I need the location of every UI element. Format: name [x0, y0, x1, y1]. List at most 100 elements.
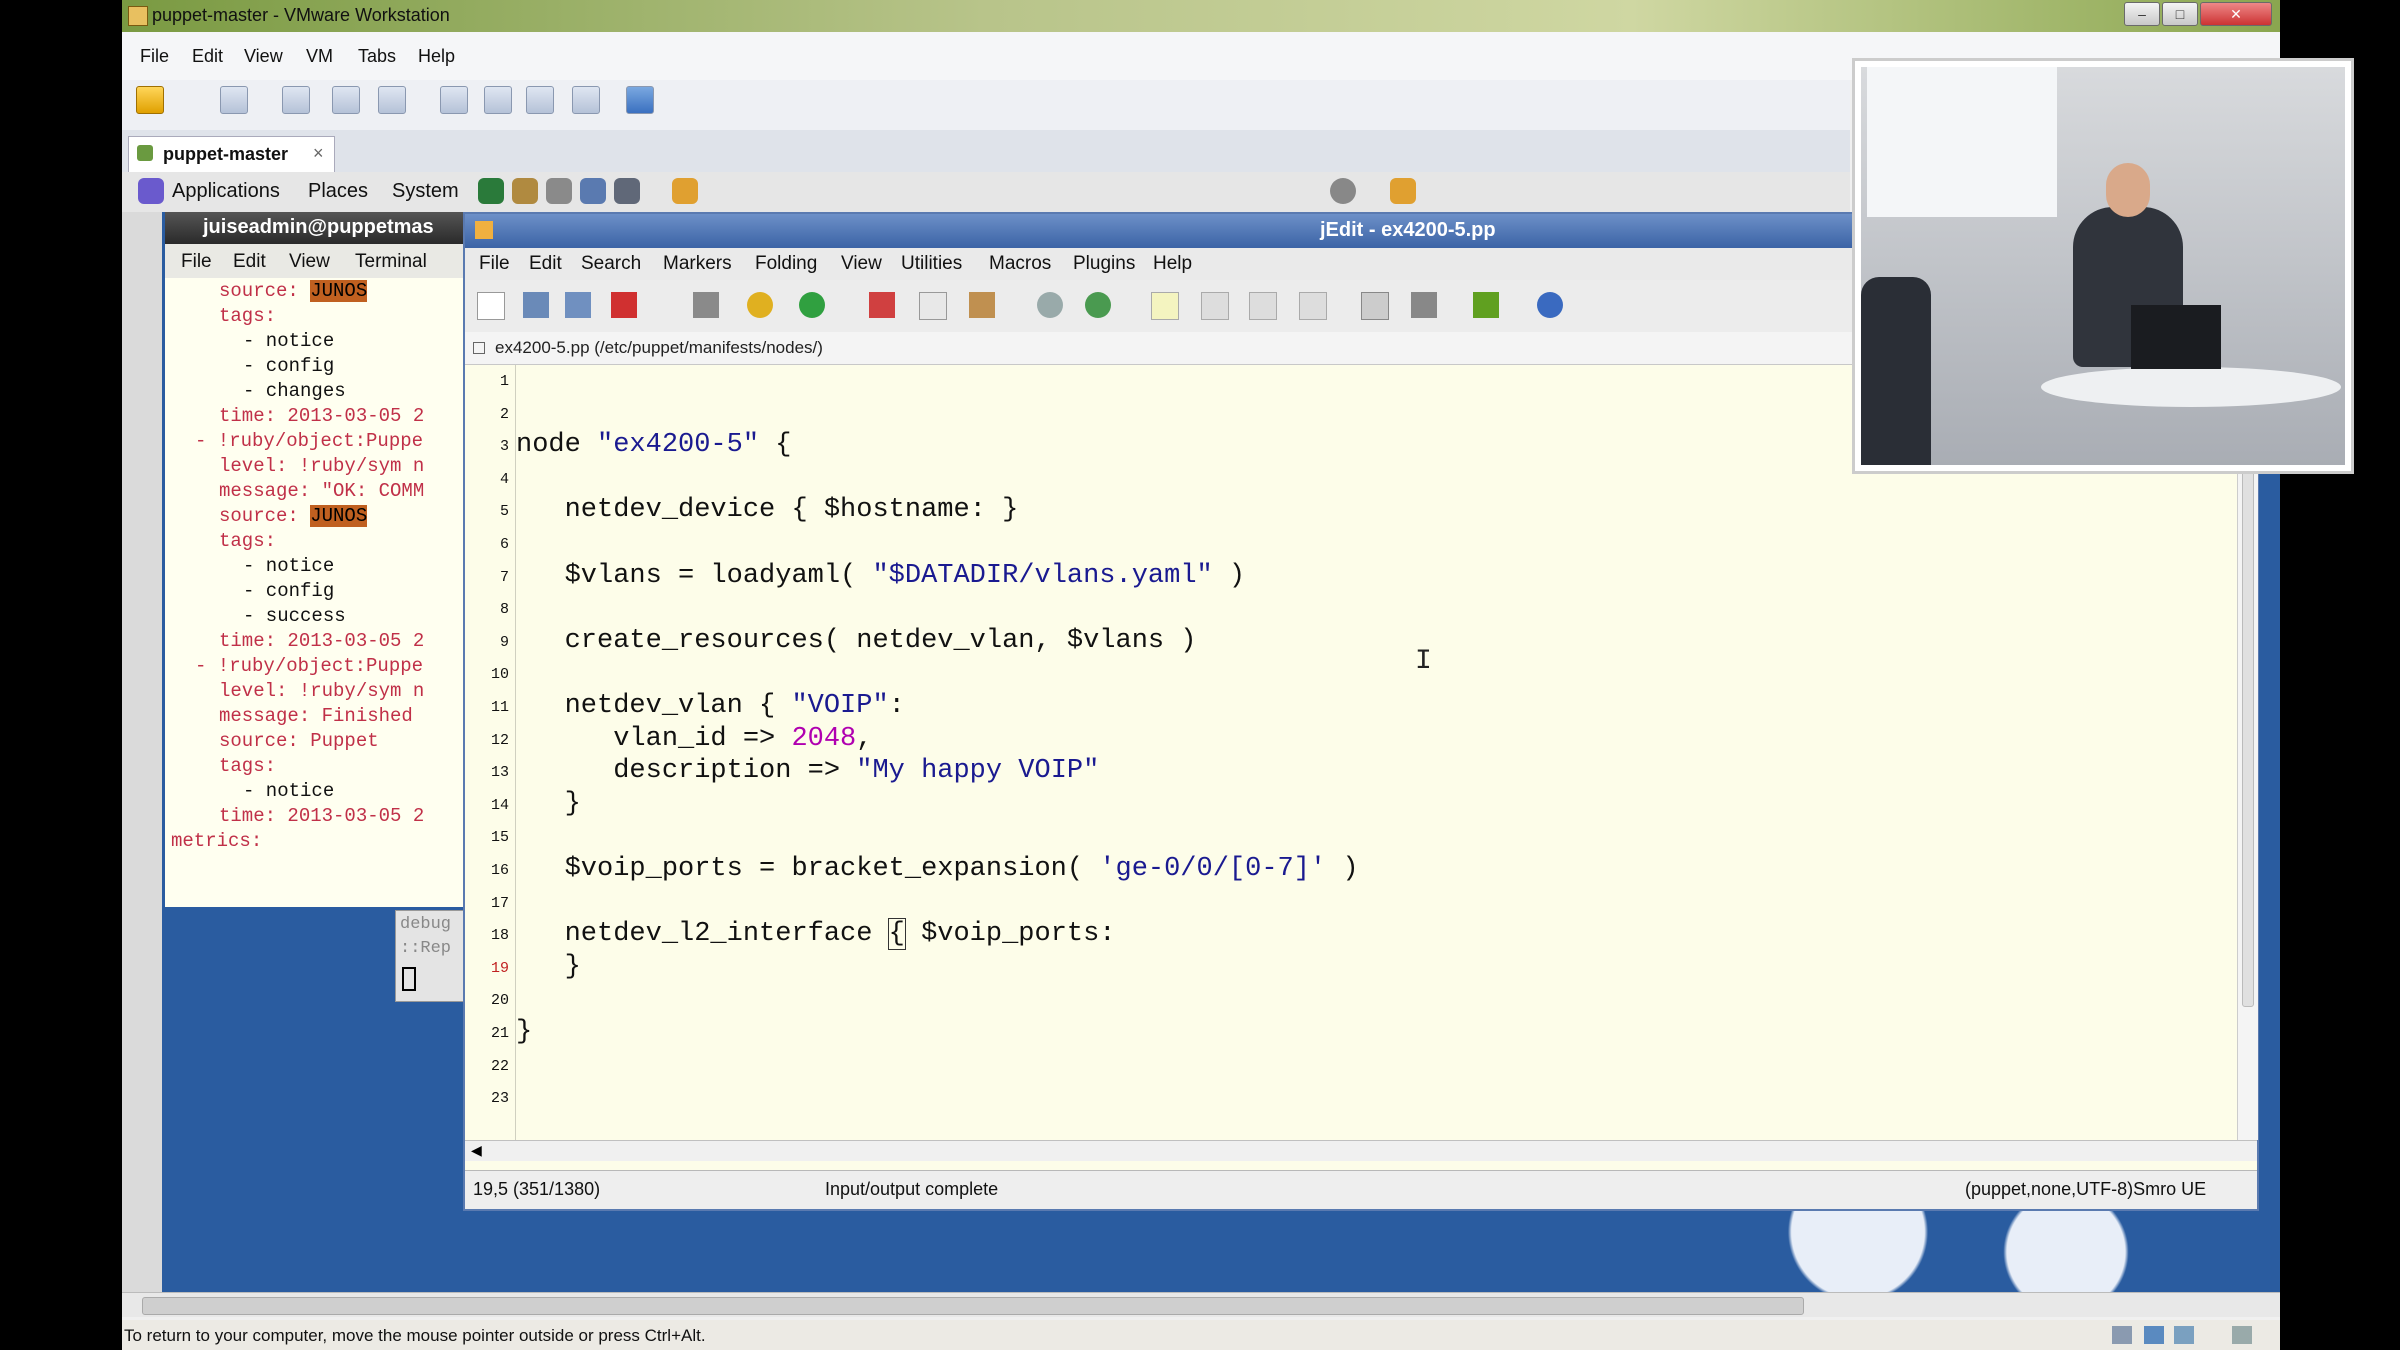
jedit-menu-view[interactable]: View	[841, 253, 882, 275]
menu-vm[interactable]: VM	[306, 46, 333, 67]
line-number: 12	[490, 731, 509, 749]
snapshot-manager-icon[interactable]	[378, 86, 406, 114]
sidebar-view-icon[interactable]	[440, 86, 468, 114]
panel-applications[interactable]: Applications	[172, 180, 280, 203]
cut-icon[interactable]	[869, 292, 895, 318]
terminal-menu-terminal[interactable]: Terminal	[355, 251, 427, 273]
maximize-button[interactable]: □	[2162, 2, 2198, 26]
undo-icon[interactable]	[747, 292, 773, 318]
send-ctrl-alt-del-icon[interactable]	[220, 86, 248, 114]
print-icon[interactable]	[693, 292, 719, 318]
terminal-debug-pane: debug ::Rep	[395, 910, 467, 1002]
network-status-icon[interactable]	[2112, 1326, 2132, 1344]
mail-launcher-icon[interactable]	[546, 178, 572, 204]
terminal-launcher-icon[interactable]	[580, 178, 606, 204]
disk-status-icon[interactable]	[2174, 1326, 2194, 1344]
terminal-line: message: Finished	[219, 705, 413, 727]
global-options-icon[interactable]	[1411, 292, 1437, 318]
split-horizontal-icon[interactable]	[1249, 292, 1277, 320]
line-number: 6	[499, 536, 509, 553]
jedit-launcher-icon[interactable]	[672, 178, 698, 204]
paste-icon[interactable]	[969, 292, 995, 318]
vertical-scroll-thumb[interactable]	[2242, 405, 2254, 1007]
line-number: 17	[490, 894, 509, 912]
terminal-line: level: !ruby/sym n	[219, 680, 425, 702]
code-line: netdev_device { $hostname: }	[516, 495, 1019, 526]
help-icon[interactable]	[1537, 292, 1563, 318]
quick-switch-icon[interactable]	[626, 86, 654, 114]
host-horizontal-scrollbar[interactable]	[122, 1292, 2280, 1317]
volume-icon[interactable]	[1330, 178, 1356, 204]
highlight-match: JUNOS	[310, 505, 368, 527]
tab-close-icon[interactable]: ×	[313, 143, 324, 164]
fullscreen-icon[interactable]	[526, 86, 554, 114]
buffer-mode[interactable]: (puppet,none,UTF-8)Smro UE	[1965, 1179, 2206, 1200]
vmware-statusbar: To return to your computer, move the mou…	[122, 1320, 2280, 1350]
menu-file[interactable]: File	[140, 46, 169, 67]
open-file-icon[interactable]	[523, 292, 549, 318]
browser-launcher-icon[interactable]	[478, 178, 504, 204]
jedit-menu-search[interactable]: Search	[581, 253, 641, 275]
scroll-left-icon[interactable]: ◀	[471, 1142, 482, 1159]
split-vertical-icon[interactable]	[1299, 292, 1327, 320]
find-icon[interactable]	[1037, 292, 1063, 318]
jedit-menu-edit[interactable]: Edit	[529, 253, 562, 275]
vertical-scrollbar[interactable]	[2237, 365, 2258, 1140]
jedit-menu-markers[interactable]: Markers	[663, 253, 732, 275]
menu-help[interactable]: Help	[418, 46, 455, 67]
gnome-foot-icon	[138, 178, 164, 204]
panel-system[interactable]: System	[392, 180, 459, 203]
unity-icon[interactable]	[572, 86, 600, 114]
text-cursor-icon: I	[1415, 646, 1432, 677]
terminal-output[interactable]: source: JUNOS tags: - notice - config - chan…	[165, 278, 465, 907]
console-view-icon[interactable]	[484, 86, 512, 114]
jedit-tray-icon[interactable]	[1390, 178, 1416, 204]
plugin-manager-icon[interactable]	[1473, 292, 1499, 318]
jedit-menu-file[interactable]: File	[479, 253, 510, 275]
host-scroll-thumb[interactable]	[142, 1297, 1804, 1315]
snapshot-icon[interactable]	[282, 86, 310, 114]
panel-places[interactable]: Places	[308, 180, 368, 203]
terminal-line: time: 2013-03-05 2	[219, 405, 425, 427]
line-number-gutter: 1 2 3 4 5 6 7 8 9 10 11 12 13 14 15 16 17 18 19 20 21 22 23	[465, 365, 516, 1140]
save-file-icon[interactable]	[565, 292, 591, 318]
horizontal-scrollbar[interactable]: ◀	[465, 1140, 2257, 1161]
terminal-title: juiseadmin@puppetmas	[203, 216, 434, 238]
jedit-menu-plugins[interactable]: Plugins	[1073, 253, 1135, 275]
menu-edit[interactable]: Edit	[192, 46, 223, 67]
terminal-line: source: Puppet	[219, 730, 379, 752]
line-number: 13	[490, 764, 509, 782]
terminal-menu-edit[interactable]: Edit	[233, 251, 266, 273]
usb-status-icon[interactable]	[2144, 1326, 2164, 1344]
unsplit-icon[interactable]	[1201, 292, 1229, 320]
jedit-menu-help[interactable]: Help	[1153, 253, 1192, 275]
menu-tabs[interactable]: Tabs	[358, 46, 396, 67]
webcam-image	[1861, 67, 2345, 465]
find-replace-icon[interactable]	[1085, 292, 1111, 318]
buffer-options-icon[interactable]	[1361, 292, 1389, 320]
vmware-titlebar: puppet-master - VMware Workstation – □ ✕	[122, 0, 2280, 32]
close-file-icon[interactable]	[611, 292, 637, 318]
redo-icon[interactable]	[799, 292, 825, 318]
network-launcher-icon[interactable]	[614, 178, 640, 204]
close-button[interactable]: ✕	[2200, 2, 2272, 26]
code-line: vlan_id => 2048,	[516, 723, 873, 754]
jedit-menu-macros[interactable]: Macros	[989, 253, 1051, 275]
copy-icon[interactable]	[919, 292, 947, 320]
message-status-icon[interactable]	[2232, 1326, 2252, 1344]
tab-puppet-master[interactable]: puppet-master ×	[128, 136, 335, 173]
new-file-icon[interactable]	[477, 292, 505, 320]
terminal-line: message: "OK: COMM	[219, 480, 425, 502]
power-icon[interactable]	[136, 86, 164, 114]
new-view-icon[interactable]	[1151, 292, 1179, 320]
jedit-menu-utilities[interactable]: Utilities	[901, 253, 962, 275]
minimize-button[interactable]: –	[2124, 2, 2160, 26]
terminal-line: - notice	[243, 780, 335, 802]
terminal-menu-file[interactable]: File	[181, 251, 212, 273]
terminal-menu-view[interactable]: View	[289, 251, 330, 273]
jedit-menu-folding[interactable]: Folding	[755, 253, 817, 275]
revert-snapshot-icon[interactable]	[332, 86, 360, 114]
line-number: 9	[499, 633, 509, 651]
files-launcher-icon[interactable]	[512, 178, 538, 204]
menu-view[interactable]: View	[244, 46, 283, 67]
